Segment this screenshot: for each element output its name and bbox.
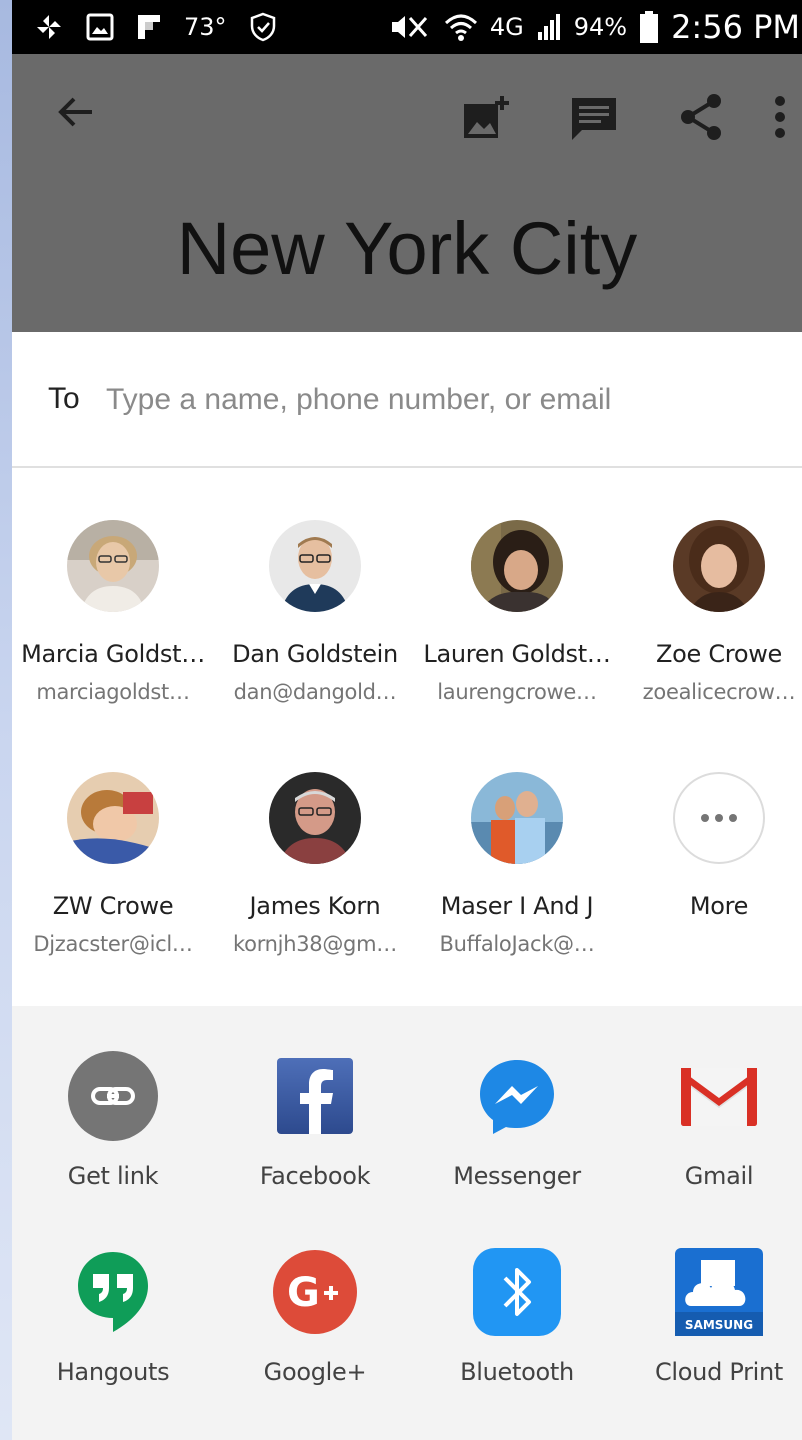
contact-name: Zoe Crowe: [656, 640, 782, 668]
temperature-text: 73°: [184, 13, 227, 41]
contact-name: Dan Goldstein: [232, 640, 398, 668]
share-target-messenger[interactable]: Messenger: [416, 1050, 618, 1190]
samsung-badge: SAMSUNG: [685, 1318, 753, 1332]
share-target-label: Messenger: [453, 1162, 581, 1190]
recipient-input[interactable]: [106, 376, 766, 424]
signal-icon: [537, 14, 560, 40]
contact-name: James Korn: [249, 892, 381, 920]
mute-icon: [391, 16, 427, 38]
share-icon[interactable]: [678, 92, 724, 142]
back-arrow-icon[interactable]: [54, 90, 98, 134]
share-target-hangouts[interactable]: Hangouts: [12, 1246, 214, 1386]
contact-email: zoealicecrow…: [642, 680, 796, 704]
contact-avatar: [269, 772, 361, 864]
cloud-print-icon: SAMSUNG: [675, 1248, 763, 1336]
contact-avatar: [471, 520, 563, 612]
battery-icon: [640, 11, 659, 43]
add-photo-icon[interactable]: [462, 94, 510, 140]
share-target-bluetooth[interactable]: Bluetooth: [416, 1246, 618, 1386]
contact-email: laurengcrowe…: [437, 680, 597, 704]
recipient-row: To: [12, 332, 802, 468]
share-target-label: Google+: [263, 1358, 367, 1386]
contact-item[interactable]: Zoe Crowe zoealicecrow…: [618, 520, 802, 704]
more-contacts-button[interactable]: More: [618, 772, 802, 920]
network-type-text: 4G: [489, 13, 524, 41]
share-target-label: Get link: [67, 1162, 159, 1190]
contact-item[interactable]: Lauren Goldst… laurengcrowe…: [416, 520, 618, 704]
app-background-scrim: [12, 54, 802, 332]
gmail-icon: [681, 1068, 757, 1126]
svg-text:G: G: [287, 1270, 320, 1316]
battery-percent-text: 94%: [573, 13, 628, 41]
gallery-icon: [86, 13, 114, 41]
clock-text: 2:56 PM: [671, 8, 800, 46]
status-bar: 73° 4G 94% 2:56 PM: [12, 0, 802, 54]
contact-avatar: [673, 520, 765, 612]
hangouts-icon: [78, 1252, 148, 1332]
share-target-facebook[interactable]: Facebook: [214, 1050, 416, 1190]
window-edge: [0, 0, 12, 1440]
contact-item[interactable]: Maser I And J BuffaloJack@…: [416, 772, 618, 956]
bluetooth-icon: [473, 1248, 561, 1336]
share-target-cloud-print[interactable]: SAMSUNG Cloud Print: [618, 1246, 802, 1386]
contact-email: marciagoldst…: [36, 680, 190, 704]
contact-name: ZW Crowe: [52, 892, 174, 920]
messenger-icon: [480, 1060, 554, 1134]
contact-item[interactable]: Dan Goldstein dan@dangold…: [214, 520, 416, 704]
phone-screen: 73° 4G 94% 2:56 PM New York City To Type…: [12, 0, 802, 1440]
contact-item[interactable]: Marcia Goldst… marciagoldst…: [12, 520, 214, 704]
share-target-google-plus[interactable]: G Google+: [214, 1246, 416, 1386]
comment-icon[interactable]: [570, 96, 618, 142]
contact-name: Marcia Goldst…: [21, 640, 205, 668]
contact-item[interactable]: ZW Crowe Djzacster@icl…: [12, 772, 214, 956]
flipboard-icon: [138, 15, 160, 39]
contact-item[interactable]: James Korn kornjh38@gm…: [214, 772, 416, 956]
share-targets: Get link Facebook Messenger Gmail Hangou…: [12, 1006, 802, 1440]
share-sheet: To Marcia Goldst… marciagoldst…: [12, 332, 802, 1006]
facebook-icon: [277, 1058, 353, 1134]
overflow-menu-icon[interactable]: [772, 94, 788, 140]
share-target-label: Hangouts: [56, 1358, 170, 1386]
contact-name: Lauren Goldst…: [423, 640, 611, 668]
contact-avatar: [269, 520, 361, 612]
link-icon: [68, 1051, 158, 1141]
share-target-label: Bluetooth: [460, 1358, 574, 1386]
place-title: New York City: [176, 207, 638, 290]
contact-email: BuffaloJack@…: [439, 932, 595, 956]
contact-email: kornjh38@gm…: [233, 932, 397, 956]
contact-email: dan@dangold…: [233, 680, 397, 704]
contact-avatar: [67, 520, 159, 612]
wifi-icon: [444, 14, 477, 41]
contact-name: Maser I And J: [440, 892, 594, 920]
contact-avatar: [471, 772, 563, 864]
more-horiz-icon: [673, 772, 765, 864]
share-target-label: Cloud Print: [654, 1358, 784, 1386]
google-plus-icon: G: [273, 1250, 357, 1334]
contact-email: Djzacster@icl…: [33, 932, 193, 956]
more-label: More: [689, 892, 749, 920]
pinwheel-icon: [37, 15, 61, 39]
share-target-gmail[interactable]: Gmail: [618, 1050, 802, 1190]
to-label: To: [48, 382, 80, 415]
share-target-get-link[interactable]: Get link: [12, 1050, 214, 1190]
share-target-label: Facebook: [259, 1162, 371, 1190]
shield-icon: [250, 12, 275, 42]
share-target-label: Gmail: [684, 1162, 754, 1190]
contact-avatar: [67, 772, 159, 864]
